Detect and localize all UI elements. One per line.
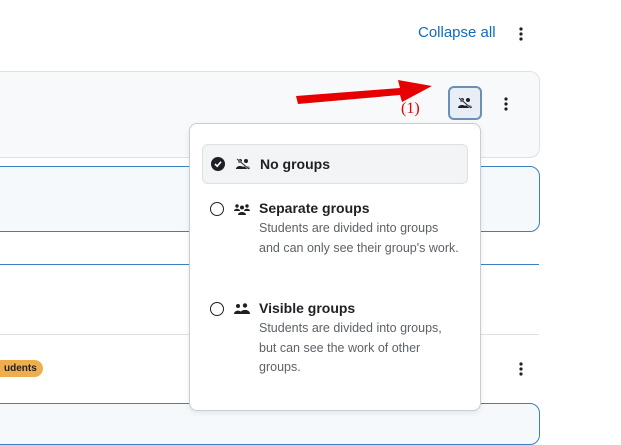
course-actions-menu-icon[interactable] bbox=[511, 24, 531, 44]
option-description: Students are divided into groups, but ca… bbox=[259, 321, 442, 374]
group-mode-option-visible-groups[interactable]: Visible groups Students are divided into… bbox=[202, 297, 468, 383]
visible-groups-icon bbox=[234, 303, 250, 315]
group-mode-button[interactable] bbox=[448, 86, 482, 120]
collapse-all-link[interactable]: Collapse all bbox=[418, 24, 496, 41]
group-mode-option-separate-groups[interactable]: Separate groups Students are divided int… bbox=[202, 197, 468, 283]
no-groups-icon bbox=[235, 158, 251, 170]
option-description: Students are divided into groups and can… bbox=[259, 221, 459, 255]
separate-groups-icon bbox=[234, 203, 250, 215]
checked-radio-icon bbox=[211, 157, 225, 171]
annotation-arrow bbox=[296, 80, 432, 104]
restriction-badge: udents bbox=[0, 360, 43, 377]
activity-actions-menu-icon[interactable] bbox=[511, 359, 531, 379]
activity-actions-menu-icon[interactable] bbox=[496, 94, 516, 114]
option-title: Visible groups bbox=[259, 300, 356, 316]
option-title: No groups bbox=[260, 156, 330, 172]
no-groups-icon bbox=[458, 97, 472, 109]
option-title: Separate groups bbox=[259, 200, 370, 216]
radio-icon bbox=[210, 302, 224, 316]
annotation-label: (1) bbox=[401, 100, 420, 117]
group-mode-option-no-groups[interactable]: No groups bbox=[202, 144, 468, 184]
group-mode-dropdown: No groups Separate groups Students are d… bbox=[189, 123, 481, 411]
radio-icon bbox=[210, 202, 224, 216]
